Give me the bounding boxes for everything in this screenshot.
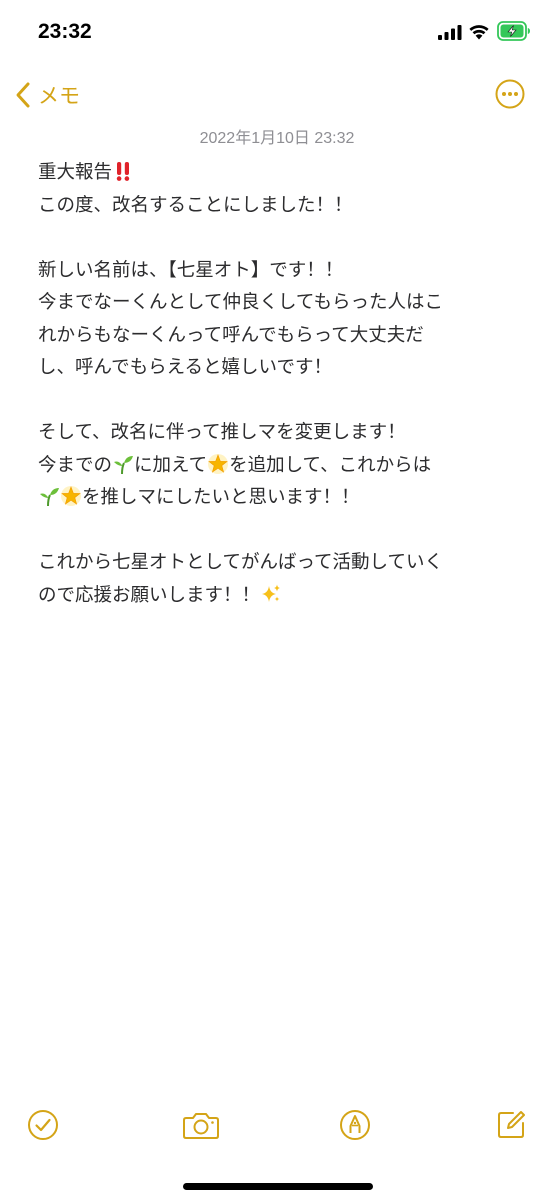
glowing-star-icon <box>60 485 82 507</box>
note-line: ので応援お願いします！！ <box>38 580 518 613</box>
double-exclamation-icon <box>112 160 134 182</box>
note-line: これから七星オトとしてがんばって活動していく <box>38 547 518 580</box>
status-bar: 23:32 <box>0 0 554 66</box>
note-line: そして、改名に伴って推しマを変更します！ <box>38 417 518 450</box>
note-line <box>38 515 518 548</box>
ellipsis-circle-icon[interactable] <box>495 79 525 109</box>
note-line: 新しい名前は、【七星オト】です！！ <box>38 255 518 288</box>
notes-screen: 23:32 メモ 2022年1月10日 23:32 重大報告 この度、改名するこ… <box>0 0 554 1200</box>
back-label: メモ <box>38 84 80 108</box>
note-line: 今までなーくんとして仲良くしてもらった人はこ <box>38 287 518 320</box>
note-line <box>38 385 518 418</box>
note-line: し、呼んでもらえると嬉しいです！ <box>38 352 518 385</box>
home-indicator <box>183 1183 373 1190</box>
note-text: 今までの <box>38 454 113 476</box>
note-text: 重大報告 <box>38 162 113 183</box>
camera-icon[interactable] <box>182 1108 220 1142</box>
note-text: 新しい名前は、【七星オト】です！！ <box>38 259 344 281</box>
note-line: 重大報告 <box>38 157 518 190</box>
compose-icon[interactable] <box>494 1108 528 1142</box>
back-button[interactable]: メモ <box>14 78 80 112</box>
sparkles-icon <box>260 583 282 605</box>
note-date: 2022年1月10日 23:32 <box>199 130 355 147</box>
note-body[interactable]: 重大報告この度、改名することにしました！！ 新しい名前は、【七星オト】です！！ 今ま… <box>38 157 518 612</box>
seedling-icon <box>38 485 60 507</box>
note-text: に加えて <box>134 454 208 476</box>
glowing-star-icon <box>207 453 229 475</box>
note-text: し、呼んでもらえると嬉しいです！ <box>38 357 332 378</box>
checkmark-circle-icon[interactable] <box>26 1108 60 1142</box>
note-text: を追加して、これからは <box>229 454 432 476</box>
note-line: この度、改名することにしました！！ <box>38 190 518 223</box>
note-text: この度、改名することにしました！！ <box>38 194 353 216</box>
status-time: 23:32 <box>38 20 92 43</box>
note-text: そして、改名に伴って推しマを変更します！ <box>38 422 406 443</box>
note-line: 今までの に加えて を追加して、これからは <box>38 450 518 483</box>
wifi-icon <box>469 25 489 40</box>
seedling-icon <box>112 453 134 475</box>
note-line <box>38 222 518 255</box>
note-text: れからもなーくんって呼んでもらって大丈夫だ <box>38 324 424 346</box>
battery-charging-icon <box>497 21 530 41</box>
note-text: 今までなーくんとして仲良くしてもらった人はこ <box>38 292 443 313</box>
note-line: を推しマにしたいと思います！！ <box>38 482 518 515</box>
note-text: これから七星オトとしてがんばって活動していく <box>38 552 443 573</box>
pen-tip-circle-icon[interactable] <box>338 1108 372 1142</box>
chevron-left-icon <box>16 82 30 108</box>
note-text: を推しマにしたいと思います！！ <box>82 487 360 508</box>
note-text: ので応援お願いします！！ <box>38 584 261 606</box>
note-line: れからもなーくんって呼んでもらって大丈夫だ <box>38 320 518 353</box>
signal-icon <box>438 25 462 40</box>
